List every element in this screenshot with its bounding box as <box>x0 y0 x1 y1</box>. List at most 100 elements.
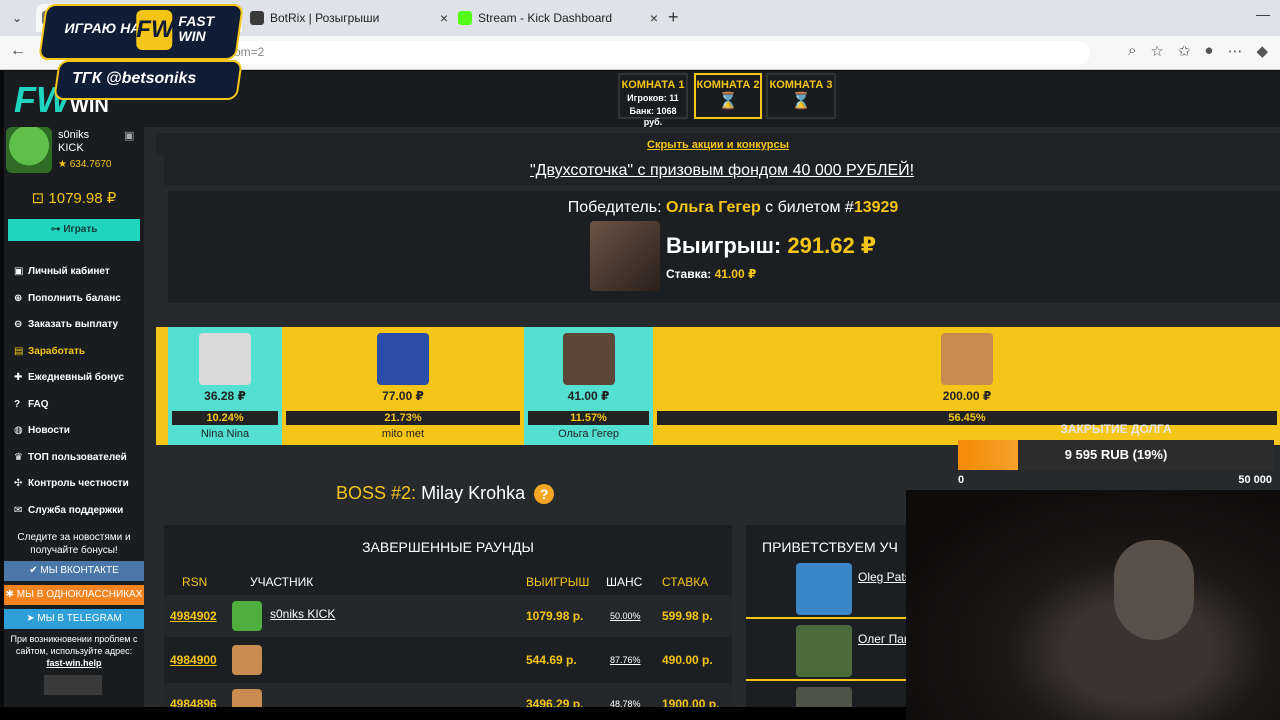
debt-progress-bar: 9 595 RUB (19%) <box>958 440 1274 470</box>
stream-brand-badge: ИГРАЮ НА FW FAST WIN <box>38 4 244 60</box>
participant-percent: 11.57% <box>528 411 649 425</box>
sidebar: s0niks KICK ▣ ★ 634.7670 ⊡ 1079.98 ₽ ⊶ И… <box>4 127 144 707</box>
sidebar-item-news[interactable]: ◍ Новости <box>4 418 144 445</box>
participant-amount: 200.00 ₽ <box>942 389 992 403</box>
telegram-button[interactable]: ➤ МЫ В TELEGRAM <box>4 609 144 629</box>
globe-icon: ◍ <box>14 425 23 436</box>
sidebar-item-earn[interactable]: ▤ Заработать <box>4 339 144 366</box>
round-id-link[interactable]: 4984900 <box>170 653 217 667</box>
round-win: 544.69 р. <box>526 653 577 667</box>
round-chance-link[interactable]: 50.00% <box>610 611 641 621</box>
ok-icon: ✱ <box>5 589 17 600</box>
participant-slot[interactable]: 36.28 ₽ 10.24% Nina Nina <box>168 327 282 445</box>
promo-title-link[interactable]: "Двухсоточка" с призовым фондом 40 000 Р… <box>164 155 1280 185</box>
round-win: 1079.98 р. <box>526 609 584 623</box>
more-icon[interactable]: ⋯ <box>1227 42 1242 60</box>
room-2-button[interactable]: КОМНАТА 2 ⌛ <box>694 73 762 119</box>
sidebar-item-fairness[interactable]: ✣ Контроль честности <box>4 471 144 498</box>
participant-amount: 77.00 ₽ <box>382 389 424 403</box>
ok-button[interactable]: ✱ МЫ В ОДНОКЛАССНИКАХ <box>4 585 144 605</box>
user-points: ★ 634.7670 <box>58 159 112 170</box>
sidebar-item-withdraw[interactable]: ⊖ Заказать выплату <box>4 312 144 339</box>
guest-photo <box>796 563 852 615</box>
debt-progress-text: 9 595 RUB (19%) <box>1064 447 1168 462</box>
logout-icon[interactable]: ▣ <box>124 129 134 142</box>
vk-button[interactable]: ✔ МЫ ВКОНТАКТЕ <box>4 561 144 581</box>
sidebar-item-faq[interactable]: ? FAQ <box>4 392 144 419</box>
kick-favicon-icon <box>458 11 472 25</box>
support-hint: При возникновении проблем с сайтом, испо… <box>10 634 138 668</box>
round-user-link[interactable]: s0niks KICK <box>270 607 335 621</box>
round-user-avatar <box>232 689 262 707</box>
participant-name: Nina Nina <box>200 428 250 440</box>
guest-photo <box>796 625 852 677</box>
trophy-icon: ♛ <box>14 451 23 463</box>
winner-bet: Ставка: 41.00 ₽ <box>666 267 757 281</box>
bottom-edge <box>0 707 906 720</box>
sidebar-item-support[interactable]: ✉ Служба поддержки <box>4 498 144 525</box>
rounds-title: ЗАВЕРШЕННЫЕ РАУНДЫ <box>362 539 534 555</box>
participant-avatar <box>941 333 993 385</box>
money-icon: ▤ <box>14 345 24 357</box>
user-avatar[interactable] <box>6 127 52 173</box>
plus-icon[interactable]: + <box>668 8 679 26</box>
winner-line: Победитель: Ольга Гегер с билетом #13929 <box>567 199 899 216</box>
back-arrow-icon[interactable]: ← <box>10 42 26 60</box>
play-button[interactable]: ⊶ Играть <box>8 219 140 241</box>
browser-toolbar-icons: ⌕ ☆ ✩ ● ⋯ ◆ <box>1128 42 1268 60</box>
support-domain-link[interactable]: fast-win.help <box>46 658 101 668</box>
round-bet: 599.98 р. <box>662 609 713 623</box>
shuffle-icon: ✣ <box>14 478 23 489</box>
minimize-icon[interactable]: — <box>1256 6 1270 22</box>
table-row: 4984896 3496.29 р. 48.78% 1900.00 р. <box>164 683 732 707</box>
round-chance-link[interactable]: 48.78% <box>610 699 641 707</box>
question-icon[interactable]: ? <box>534 484 555 504</box>
participant-percent: 10.24% <box>172 411 278 425</box>
user-name[interactable]: s0niks KICK <box>58 129 89 155</box>
sidebar-item-deposit[interactable]: ⊕ Пополнить баланс <box>4 286 144 313</box>
welcome-title: ПРИВЕТСТВУЕМ УЧ <box>762 539 898 555</box>
close-icon[interactable]: × <box>650 4 658 32</box>
streamer-face <box>1114 540 1194 640</box>
round-user-avatar <box>232 601 262 631</box>
round-user-avatar <box>232 645 262 675</box>
round-bet: 1900.00 р. <box>662 697 720 707</box>
completed-rounds-panel: ЗАВЕРШЕННЫЕ РАУНДЫ RSN УЧАСТНИК ВЫИГРЫШ … <box>164 525 732 707</box>
win-amount: Выигрыш: 291.62 ₽ <box>666 233 877 258</box>
participant-amount: 36.28 ₽ <box>204 389 246 403</box>
hide-promo-link[interactable]: Скрыть акции и конкурсы <box>156 133 1280 155</box>
profile-icon[interactable]: ● <box>1204 42 1213 60</box>
round-id-link[interactable]: 4984902 <box>170 609 217 623</box>
favorites-icon[interactable]: ✩ <box>1178 42 1191 60</box>
participant-avatar <box>377 333 429 385</box>
copilot-icon[interactable]: ◆ <box>1256 42 1268 60</box>
hourglass-icon: ⌛ <box>718 93 738 110</box>
sidebar-item-account[interactable]: ▣ Личный кабинет <box>4 259 144 286</box>
round-chance-link[interactable]: 87.76% <box>610 655 641 665</box>
botrix-favicon-icon <box>250 11 264 25</box>
tab-kick-dashboard[interactable]: Stream - Kick Dashboard × <box>452 4 658 32</box>
sidebar-item-top-users[interactable]: ♛ ТОП пользователей <box>4 445 144 472</box>
participant-slot[interactable]: 77.00 ₽ 21.73% mito met <box>282 327 524 445</box>
zoom-icon[interactable]: ⌕ <box>1128 42 1136 60</box>
round-win: 3496.29 р. <box>526 697 584 707</box>
sidebar-menu: ▣ Личный кабинет ⊕ Пополнить баланс ⊖ Заказ… <box>4 259 144 524</box>
chat-icon: ✉ <box>14 504 23 516</box>
participant-avatar <box>199 333 251 385</box>
sidebar-item-daily-bonus[interactable]: ✚ Ежедневный бонус <box>4 365 144 392</box>
table-row: 4984900 544.69 р. 87.76% 490.00 р. <box>164 639 732 681</box>
boss-line: BOSS #2: Milay Krohka ? <box>336 483 555 504</box>
participant-name: Ольга Гегер <box>558 428 619 440</box>
tab-botrix[interactable]: BotRix | Розыгрыши × <box>244 4 448 32</box>
participant-slot[interactable]: 41.00 ₽ 11.57% Ольга Гегер <box>524 327 653 445</box>
question-icon: ? <box>14 398 21 410</box>
room-3-button[interactable]: КОМНАТА 3 ⌛ <box>766 73 836 119</box>
room-1-button[interactable]: КОМНАТА 1 Игроков: 11 Банк: 1068 руб. <box>618 73 688 127</box>
rounds-table-header: RSN УЧАСТНИК ВЫИГРЫШ ШАНС СТАВКА <box>182 575 709 589</box>
briefcase-icon: ▣ <box>14 266 24 277</box>
round-id-link[interactable]: 4984896 <box>170 697 217 707</box>
close-icon[interactable]: × <box>440 4 448 32</box>
counter-widget-icon[interactable] <box>44 675 102 695</box>
chevron-down-icon[interactable]: ⌄ <box>6 8 28 28</box>
star-icon[interactable]: ☆ <box>1150 42 1163 60</box>
